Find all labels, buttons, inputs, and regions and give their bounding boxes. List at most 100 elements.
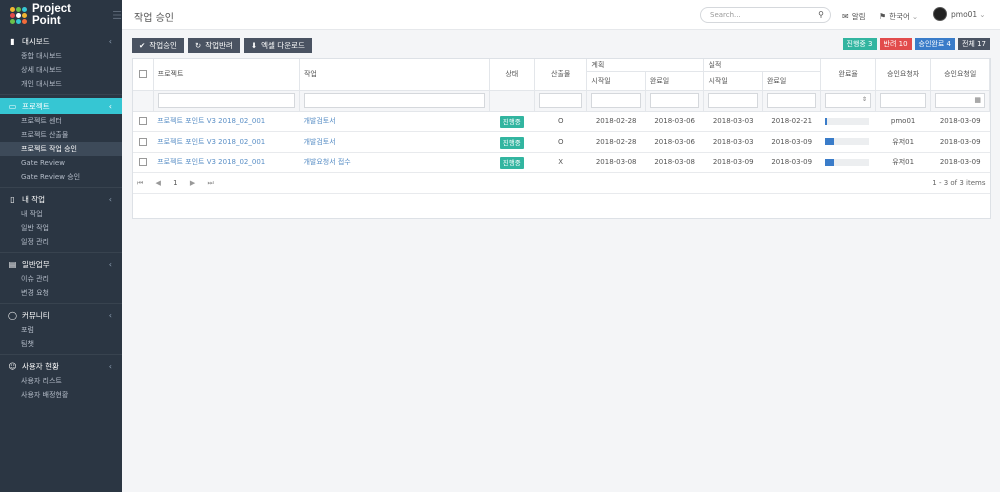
- task-link[interactable]: 개발검토서: [303, 117, 335, 125]
- col-task[interactable]: 작업: [299, 59, 490, 91]
- avatar: [933, 7, 947, 21]
- badge-rejected[interactable]: 반려 10: [879, 38, 912, 50]
- cell-plan-start: 2018-02-28: [586, 111, 646, 132]
- col-group-plan: 계획: [586, 59, 705, 72]
- sidebar-item-my-tasks[interactable]: 내 작업: [0, 207, 122, 221]
- table-row[interactable]: 프로젝트 포인트 V3 2018_02_001 개발검토서 진행중 O 2018…: [133, 111, 990, 132]
- nav-head-dashboard[interactable]: ▮ 대시보드 ‹: [0, 33, 122, 49]
- row-checkbox[interactable]: [139, 137, 148, 146]
- cell-request-date: 2018-03-09: [930, 152, 990, 173]
- cell-completion: [820, 152, 876, 173]
- filter-project-input[interactable]: [157, 93, 295, 108]
- alerts-menu[interactable]: ✉ 알림: [842, 11, 866, 22]
- sidebar-item-schedule[interactable]: 일정 관리: [0, 235, 122, 249]
- filter-actual-start-input[interactable]: [708, 93, 758, 108]
- col-project[interactable]: 프로젝트: [153, 59, 300, 91]
- sidebar-item-gate-review[interactable]: Gate Review: [0, 156, 122, 170]
- table-row[interactable]: 프로젝트 포인트 V3 2018_02_001 개발요청서 접수 진행중 X 2…: [133, 152, 990, 173]
- col-plan-end[interactable]: 완료일: [645, 71, 705, 91]
- sidebar-item-issues[interactable]: 이슈 관리: [0, 272, 122, 286]
- filter-deliverable-input[interactable]: [538, 93, 583, 108]
- project-link[interactable]: 프로젝트 포인트 V3 2018_02_001: [157, 158, 265, 166]
- cell-request-date: 2018-03-09: [930, 111, 990, 132]
- next-page-icon[interactable]: ▶: [190, 179, 195, 187]
- cell-actual-start: 2018-03-03: [703, 111, 763, 132]
- completion-bar: [824, 117, 869, 125]
- cell-actual-end: 2018-02-21: [762, 111, 821, 132]
- menu-toggle-icon[interactable]: ☰: [112, 9, 122, 22]
- nav-section-community: ◯ 커뮤니티 ‹ 포럼 팀챗: [0, 307, 122, 355]
- username: pmo01: [951, 9, 978, 19]
- completion-bar: [824, 158, 869, 166]
- filter-row: ⇕ ▦: [133, 90, 990, 112]
- col-plan-start[interactable]: 시작일: [586, 71, 646, 91]
- approve-button[interactable]: ✔ 작업승인: [132, 38, 184, 53]
- sidebar-item-total-dashboard[interactable]: 종합 대시보드: [0, 49, 122, 63]
- first-page-icon[interactable]: ⏮: [137, 179, 143, 187]
- filter-plan-start-input[interactable]: [591, 93, 641, 108]
- nav-head-general-work[interactable]: ▤ 일반업무 ‹: [0, 256, 122, 272]
- filter-request-date-input[interactable]: ▦: [935, 93, 985, 108]
- filter-actual-end-input[interactable]: [766, 93, 817, 108]
- project-link[interactable]: 프로젝트 포인트 V3 2018_02_001: [157, 138, 265, 146]
- task-link[interactable]: 개발요청서 접수: [303, 158, 350, 166]
- sidebar-item-user-list[interactable]: 사용자 리스트: [0, 374, 122, 388]
- sidebar-item-change-requests[interactable]: 변경 요청: [0, 286, 122, 300]
- col-actual-end[interactable]: 완료일: [762, 71, 822, 91]
- row-select-cell: [133, 131, 154, 153]
- sidebar-item-personal-dashboard[interactable]: 개인 대시보드: [0, 77, 122, 91]
- col-actual-start[interactable]: 시작일: [703, 71, 763, 91]
- filter-cell: [703, 90, 763, 112]
- chevron-left-icon: ‹: [108, 310, 112, 320]
- table-row[interactable]: 프로젝트 포인트 V3 2018_02_001 개발검토서 진행중 O 2018…: [133, 131, 990, 153]
- filter-requester-input[interactable]: [879, 93, 927, 108]
- excel-download-button[interactable]: ⬇ 엑셀 다운로드: [243, 38, 312, 53]
- filter-plan-end-input[interactable]: [649, 93, 700, 108]
- col-completion[interactable]: 완료율: [820, 59, 876, 91]
- badge-approved[interactable]: 승인완료 4: [914, 38, 955, 50]
- logo-icon: [10, 6, 27, 24]
- badge-total[interactable]: 전체 17: [957, 38, 990, 50]
- filter-cell: [645, 90, 705, 112]
- row-checkbox[interactable]: [139, 158, 148, 167]
- filter-cell: [534, 90, 588, 112]
- filter-completion-stepper[interactable]: ⇕: [825, 93, 871, 108]
- completion-fill: [824, 117, 828, 125]
- logo-dot: [16, 12, 21, 18]
- last-page-icon[interactable]: ⏭: [208, 179, 214, 187]
- cell-requester: pmo01: [875, 111, 931, 132]
- col-request-date[interactable]: 승인요청일: [930, 59, 990, 91]
- sidebar-item-task-approval[interactable]: 프로젝트 작업 승인: [0, 142, 122, 156]
- language-menu[interactable]: ⚑ 한국어 ⌄: [879, 11, 918, 22]
- nav-head-community[interactable]: ◯ 커뮤니티 ‹: [0, 307, 122, 323]
- user-menu[interactable]: pmo01 ⌄: [933, 7, 986, 21]
- prev-page-icon[interactable]: ◀: [156, 179, 161, 187]
- col-requester[interactable]: 승인요청자: [875, 59, 932, 91]
- filter-cell: [762, 90, 822, 112]
- sidebar-item-user-assignment[interactable]: 사용자 배정현황: [0, 388, 122, 402]
- approval-grid: 프로젝트 작업 상태 산출물 계획 실적 완료율 승인요청자 승인요청일 시작일…: [132, 58, 991, 219]
- nav-head-users[interactable]: ☺ 사용자 현황 ‹: [0, 358, 122, 374]
- sidebar-item-gate-review-approval[interactable]: Gate Review 승인: [0, 170, 122, 184]
- cell-status: 진행중: [489, 152, 535, 173]
- nav-head-project[interactable]: ▭ 프로젝트 ‹: [0, 98, 122, 114]
- task-link[interactable]: 개발검토서: [303, 138, 335, 146]
- select-all-checkbox[interactable]: [138, 70, 147, 79]
- sidebar-item-general-tasks[interactable]: 일반 작업: [0, 221, 122, 235]
- sidebar-item-team-chat[interactable]: 팀챗: [0, 337, 122, 351]
- nav-head-my-tasks[interactable]: ▯ 내 작업 ‹: [0, 191, 122, 207]
- sidebar-item-detail-dashboard[interactable]: 상세 대시보드: [0, 63, 122, 77]
- col-status[interactable]: 상태: [489, 59, 535, 91]
- project-link[interactable]: 프로젝트 포인트 V3 2018_02_001: [157, 117, 265, 125]
- current-page[interactable]: 1: [173, 179, 177, 187]
- reject-button[interactable]: ↻ 작업반려: [187, 38, 240, 53]
- badge-in-progress[interactable]: 진행중 3: [842, 38, 877, 50]
- filter-task-input[interactable]: [303, 93, 485, 108]
- col-deliverable[interactable]: 산출물: [534, 59, 588, 91]
- sidebar-item-forum[interactable]: 포럼: [0, 323, 122, 337]
- sidebar-item-project-center[interactable]: 프로젝트 센터: [0, 114, 122, 128]
- row-checkbox[interactable]: [139, 117, 148, 126]
- sidebar-item-project-deliverables[interactable]: 프로젝트 산출물: [0, 128, 122, 142]
- search-icon[interactable]: ⚲: [818, 10, 824, 19]
- search-input[interactable]: [701, 8, 811, 22]
